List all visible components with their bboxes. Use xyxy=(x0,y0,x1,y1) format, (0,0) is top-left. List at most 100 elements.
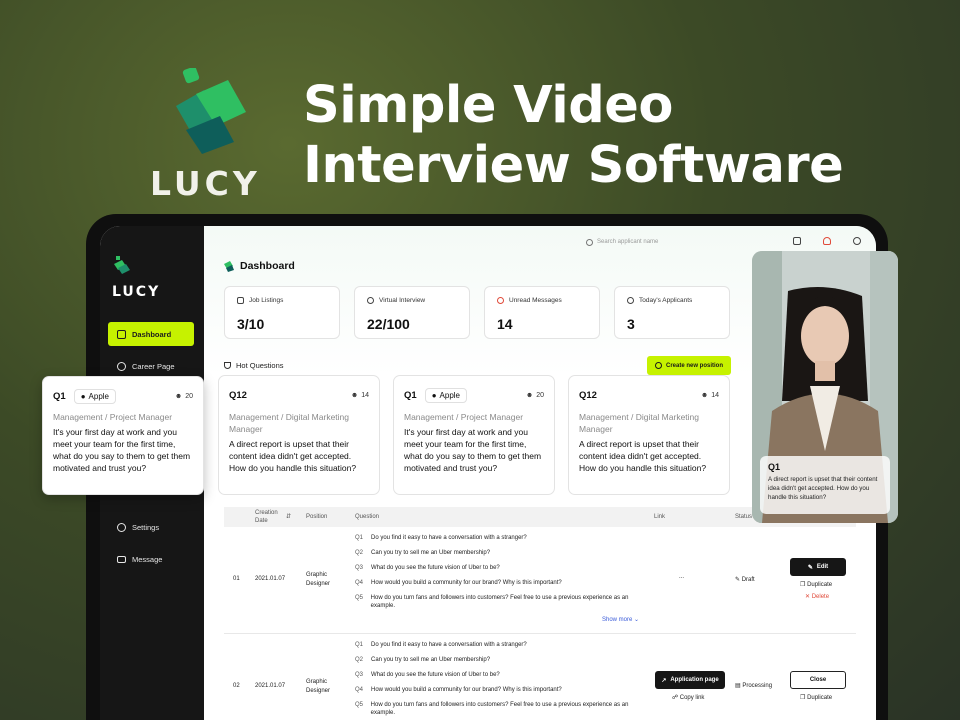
question-line: Q5 How do you turn fans and followers int… xyxy=(355,702,629,716)
applicant-count: ☻ 20 xyxy=(174,392,193,400)
question-text: It's your first day at work and you meet… xyxy=(53,427,191,473)
question-role: Management / Digital Marketing Manager xyxy=(579,412,700,434)
stat-card-job-listings[interactable]: Job Listings 3/10 xyxy=(224,286,340,339)
column-status: Status xyxy=(735,514,753,520)
column-position: Position xyxy=(306,514,328,520)
question-line: Q3 What do you see the future vision of U… xyxy=(355,565,500,571)
sidebar-item-message[interactable]: Message xyxy=(108,547,194,571)
stat-value: 3 xyxy=(627,316,635,332)
question-id: Q1 xyxy=(404,389,417,401)
question-card[interactable]: Q12 ☻ 14 Management / Digital Marketing M… xyxy=(568,375,730,495)
question-line: Q5 How do you turn fans and followers int… xyxy=(355,595,629,609)
stat-card-unread-messages[interactable]: Unread Messages 14 xyxy=(484,286,600,339)
application-page-button[interactable]: ↗ Application page xyxy=(655,671,725,689)
row-date: 2021.01.07 xyxy=(255,576,286,582)
user-icon: ☻ xyxy=(700,391,709,399)
row-index: 02 xyxy=(233,683,240,689)
sidebar-logo-text: LUCY xyxy=(112,284,161,300)
question-role: Management / Project Manager xyxy=(404,412,524,422)
question-text: A direct report is upset that their cont… xyxy=(229,439,357,473)
search-icon xyxy=(586,238,593,246)
question-line: Q3 What do you see the future vision of U… xyxy=(355,672,500,678)
trophy-icon xyxy=(224,362,231,369)
sidebar-logo-icon xyxy=(114,256,130,274)
sidebar-item-career-page[interactable]: Career Page xyxy=(108,354,194,378)
row-index: 01 xyxy=(233,576,240,582)
company-tag: ● Apple xyxy=(73,388,116,404)
column-creation-date[interactable]: Creation Date xyxy=(255,509,285,525)
sort-icon[interactable]: ⇵ xyxy=(286,513,291,521)
stat-value: 3/10 xyxy=(237,316,265,332)
close-button[interactable]: Close xyxy=(790,671,846,689)
search-bar[interactable]: Search applicant name xyxy=(586,236,766,248)
copy-link-button[interactable]: ☍ Copy link xyxy=(672,694,704,701)
question-line: Q1 Do you find it easy to have a conversa… xyxy=(355,642,527,648)
user-icon: ☻ xyxy=(174,392,183,400)
stat-label: Virtual Interview xyxy=(379,297,426,304)
question-card[interactable]: Q12 ☻ 14 Management / Digital Marketing M… xyxy=(218,375,380,495)
book-icon[interactable] xyxy=(793,237,801,245)
lucy-logo-mark xyxy=(176,68,246,154)
profile-icon[interactable] xyxy=(853,237,861,245)
column-link: Link xyxy=(654,514,666,520)
copy-icon: ❐ xyxy=(800,582,806,588)
question-id: Q12 xyxy=(579,389,597,401)
stat-label: Unread Messages xyxy=(509,297,562,304)
stat-card-virtual-interview[interactable]: Virtual Interview 22/100 xyxy=(354,286,470,339)
question-line: Q4 How would you build a community for ou… xyxy=(355,580,562,586)
apple-icon: ● xyxy=(431,390,437,400)
stat-value: 22/100 xyxy=(367,316,410,332)
hot-questions-heading: Hot Questions xyxy=(224,361,284,370)
question-id: Q12 xyxy=(229,389,247,401)
duplicate-button[interactable]: ❐ Duplicate xyxy=(800,694,832,701)
pencil-icon: ✎ xyxy=(735,577,741,583)
show-more-link[interactable]: Show more ⌄ xyxy=(602,616,639,623)
question-id: Q1 xyxy=(53,390,66,402)
sidebar-item-dashboard[interactable]: Dashboard xyxy=(108,322,194,346)
row-date: 2021.01.07 xyxy=(255,683,286,689)
users-icon xyxy=(367,297,374,304)
briefcase-icon xyxy=(237,297,244,304)
hot-questions-label: Hot Questions xyxy=(236,361,284,370)
video-question-overlay: Q1 A direct report is upset that their c… xyxy=(760,456,890,514)
page-title: Dashboard xyxy=(240,260,295,272)
row-position: Graphic Designer xyxy=(306,572,331,587)
stat-label: Job Listings xyxy=(249,297,284,304)
pencil-icon: ✎ xyxy=(807,564,813,571)
sidebar-item-label: Dashboard xyxy=(132,329,172,339)
stat-label: Today's Applicants xyxy=(639,297,693,304)
dashboard-logo-icon xyxy=(224,261,234,272)
edit-button[interactable]: ✎ Edit xyxy=(790,558,846,576)
question-card[interactable]: Q1 ● Apple ☻ 20 Management / Project Manag… xyxy=(393,375,555,495)
delete-button[interactable]: ✕ Delete xyxy=(805,593,829,600)
question-line: Q2 Can you try to sell me an Uber members… xyxy=(355,657,491,663)
mail-icon xyxy=(117,555,126,563)
stat-card-todays-applicants[interactable]: Today's Applicants 3 xyxy=(614,286,730,339)
user-icon: ☻ xyxy=(350,391,359,399)
hero-title: Simple Video Interview Software xyxy=(303,76,844,196)
question-text: A direct report is upset that their cont… xyxy=(579,439,707,473)
status-processing: ▤ Processing xyxy=(735,683,773,689)
bell-icon[interactable] xyxy=(823,237,831,245)
question-text: It's your first day at work and you meet… xyxy=(404,427,542,473)
target-icon xyxy=(117,361,126,371)
hero-title-line2: Interview Software xyxy=(303,136,844,195)
search-input[interactable]: Search applicant name xyxy=(597,239,658,245)
row-divider xyxy=(224,633,856,634)
company-tag: ● Apple xyxy=(424,387,467,403)
row-position: Graphic Designer xyxy=(306,679,331,694)
clipboard-icon xyxy=(117,329,126,339)
sidebar-item-label: Career Page xyxy=(132,361,175,371)
duplicate-button[interactable]: ❐ Duplicate xyxy=(800,581,832,588)
floating-question-card[interactable]: Q1 ● Apple ☻ 20 Management / Project Manag… xyxy=(42,376,204,495)
gear-icon xyxy=(117,522,126,532)
question-line: Q2 Can you try to sell me an Uber members… xyxy=(355,550,491,556)
create-new-position-button[interactable]: Create new position xyxy=(647,356,731,375)
row-link[interactable]: ... xyxy=(679,574,684,580)
question-role: Management / Project Manager xyxy=(53,412,173,422)
sidebar-item-settings[interactable]: Settings xyxy=(108,515,194,539)
sidebar-item-label: Settings xyxy=(132,522,160,532)
applicant-count: ☻ 20 xyxy=(525,391,544,399)
sidebar-item-label: Message xyxy=(132,554,163,564)
apple-icon: ● xyxy=(80,391,86,401)
